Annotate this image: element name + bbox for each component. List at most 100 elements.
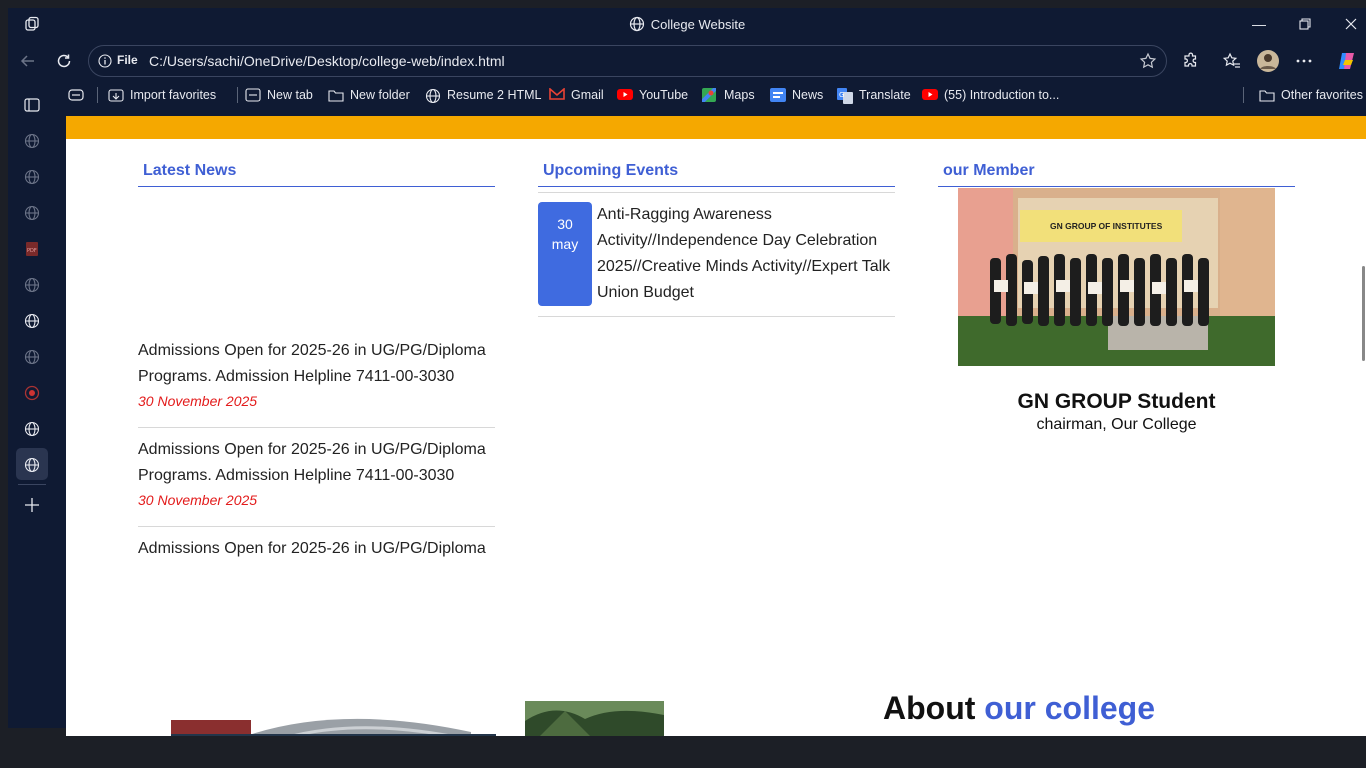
address-bar[interactable]: File C:/Users/sachi/OneDrive/Desktop/col… — [88, 45, 1167, 77]
vertical-tabs-sidebar: PDF — [8, 80, 58, 728]
tab-globe-icon[interactable] — [23, 456, 41, 474]
news-date: 30 November 2025 — [138, 393, 258, 409]
bookmark-label: News — [792, 88, 824, 102]
file-label: File — [117, 53, 138, 67]
latest-news-heading: Latest News — [143, 162, 237, 179]
page-scrollbar[interactable] — [1360, 116, 1366, 736]
bookmark-label: Translate — [859, 88, 911, 102]
tab-globe-icon[interactable] — [23, 204, 41, 222]
bookmark-new-folder[interactable]: New folder — [328, 86, 410, 104]
banner-text: GN GROUP OF INSTITUTES — [1050, 221, 1163, 231]
info-icon[interactable] — [98, 54, 112, 71]
favorites-icon[interactable] — [1217, 47, 1247, 75]
other-favorites[interactable]: Other favorites — [1259, 86, 1363, 104]
tab-globe-icon[interactable] — [23, 132, 41, 150]
event-text[interactable]: Anti-Ragging Awareness Activity//Indepen… — [597, 202, 897, 306]
new-tab-plus-icon[interactable] — [23, 496, 41, 514]
copilot-icon[interactable] — [1332, 47, 1362, 75]
heading-underline — [138, 186, 495, 187]
tab-actions-icon[interactable] — [23, 96, 41, 114]
extensions-icon[interactable] — [1176, 47, 1206, 75]
maps-icon — [700, 86, 718, 104]
bookmark-label: Gmail — [571, 88, 604, 102]
bookmark-label: New folder — [350, 88, 410, 102]
tab-pdf-icon[interactable]: PDF — [23, 240, 41, 258]
browser-window: College Website — File C:/Users/sachi/On… — [8, 8, 1366, 736]
tab-globe-icon[interactable] — [23, 312, 41, 330]
import-favorites-label: Import favorites — [130, 88, 217, 102]
screen: College Website — File C:/Users/sachi/On… — [0, 0, 1366, 768]
bookmark-news[interactable]: News — [770, 86, 823, 104]
event-day: 30 — [557, 216, 573, 232]
heading-underline — [938, 186, 1295, 187]
restore-button[interactable] — [1282, 8, 1328, 40]
back-icon[interactable] — [13, 47, 43, 75]
folder-icon — [328, 88, 344, 102]
bookmark-introduction[interactable]: (55) Introduction to... — [922, 86, 1059, 104]
about-highlight: our college — [984, 690, 1155, 726]
upcoming-events-heading: Upcoming Events — [543, 162, 679, 179]
bookmark-label: (55) Introduction to... — [944, 88, 1060, 102]
globe-icon — [425, 88, 441, 104]
new-tab-icon — [245, 88, 261, 102]
news-item[interactable]: Admissions Open for 2025-26 in UG/PG/Dip… — [138, 338, 495, 409]
tab-globe-icon[interactable] — [23, 348, 41, 366]
divider — [138, 526, 495, 527]
member-name: GN GROUP Student — [1017, 390, 1216, 413]
tab-globe-icon[interactable] — [23, 168, 41, 186]
bookmarks-toggle-icon[interactable] — [68, 86, 84, 104]
news-text: Admissions Open for 2025-26 in UG/PG/Dip… — [138, 540, 486, 557]
toolbar: File C:/Users/sachi/OneDrive/Desktop/col… — [8, 42, 1366, 80]
event-month: may — [551, 236, 579, 252]
import-favorites-link[interactable]: Import favorites — [108, 86, 216, 104]
bookmark-label: New tab — [267, 88, 313, 102]
divider — [538, 316, 895, 317]
divider — [538, 192, 895, 193]
campus-trees-image — [525, 701, 664, 736]
bookmark-youtube[interactable]: YouTube — [617, 86, 688, 104]
bookmark-label: Maps — [724, 88, 755, 102]
news-item[interactable]: Admissions Open for 2025-26 in UG/PG/Dip… — [138, 437, 495, 508]
bookmark-gmail[interactable]: Gmail — [549, 86, 604, 104]
gmail-icon — [549, 87, 565, 102]
window-title: College Website — [8, 16, 1366, 35]
about-heading: About our college — [883, 690, 1155, 727]
campus-image — [171, 706, 496, 736]
member-role: chairman, Our College — [1036, 416, 1197, 433]
translate-icon: G — [837, 88, 853, 104]
tab-globe-icon[interactable] — [23, 420, 41, 438]
news-item[interactable]: Admissions Open for 2025-26 in UG/PG/Dip… — [138, 536, 495, 562]
bookmark-resume[interactable]: Resume 2 HTML — [425, 86, 541, 104]
svg-text:G: G — [839, 91, 844, 99]
about-prefix: About — [883, 690, 976, 726]
folder-icon — [1259, 88, 1275, 102]
favorite-star-icon[interactable] — [1139, 52, 1157, 73]
youtube-icon — [922, 88, 938, 102]
close-button[interactable] — [1328, 8, 1366, 40]
news-icon — [770, 88, 786, 102]
youtube-icon — [617, 88, 633, 102]
tab-record-icon[interactable] — [23, 384, 41, 402]
our-member-heading: our Member — [943, 162, 1035, 179]
bookmark-translate[interactable]: G Translate — [837, 86, 911, 104]
web-page: Latest News Admissions Open for 2025-26 … — [66, 116, 1366, 736]
divider — [138, 427, 495, 428]
more-icon[interactable] — [1289, 47, 1319, 75]
bookmark-label: YouTube — [639, 88, 689, 102]
bookmark-new-tab[interactable]: New tab — [245, 86, 313, 104]
scrollbar-thumb[interactable] — [1362, 266, 1365, 361]
news-date: 30 November 2025 — [138, 492, 258, 508]
minimize-button[interactable]: — — [1236, 8, 1282, 40]
divider — [18, 484, 46, 485]
heading-underline — [538, 186, 895, 187]
globe-icon — [629, 16, 645, 35]
url-text[interactable]: C:/Users/sachi/OneDrive/Desktop/college-… — [149, 53, 505, 69]
tab-globe-icon[interactable] — [23, 276, 41, 294]
bookmarks-bar: Import favorites New tab New folder Resu… — [56, 82, 1366, 108]
other-favorites-label: Other favorites — [1281, 88, 1363, 102]
svg-text:PDF: PDF — [27, 248, 37, 254]
bookmark-maps[interactable]: Maps — [700, 86, 755, 104]
avatar[interactable] — [1253, 47, 1283, 75]
refresh-icon[interactable] — [49, 47, 79, 75]
bookmark-label: Resume 2 HTML — [447, 88, 542, 102]
